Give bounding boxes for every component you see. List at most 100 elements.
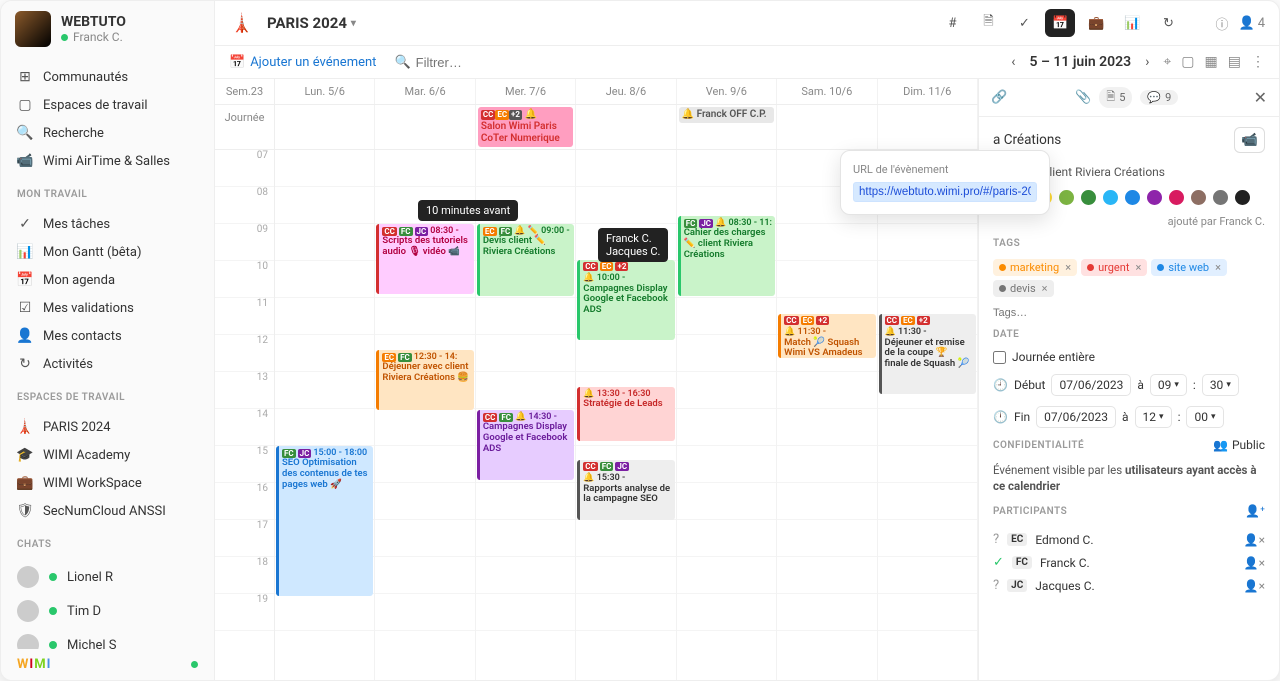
day-view-icon[interactable]: ▢ <box>1181 54 1194 70</box>
calendar-event[interactable]: CCFC 🔔 14:30 -Campagnes Display Google e… <box>477 410 574 480</box>
allday-label: Journée <box>215 105 275 149</box>
nav-icon: 📊 <box>17 244 33 260</box>
history-icon[interactable]: ↻ <box>1153 9 1183 37</box>
document-icon[interactable]: 🗎 <box>973 9 1003 37</box>
calendar-event[interactable]: 🔔 13:30 - 16:30Stratégie de Leads <box>577 387 674 441</box>
calendar-event[interactable]: ECFC 12:30 - 14:Déjeuner avec client Riv… <box>376 350 473 410</box>
remove-tag-icon[interactable]: × <box>1215 261 1221 274</box>
more-icon[interactable]: ⋮ <box>1251 54 1265 70</box>
calendar-column[interactable]: FCJC 15:00 - 18:00SEO Optimisation des c… <box>275 150 375 680</box>
start-min-field[interactable]: 30 ▾ <box>1202 374 1239 396</box>
sidebar-item[interactable]: 💼WIMI WorkSpace <box>1 469 214 497</box>
calendar-event[interactable]: FCJC 15:00 - 18:00SEO Optimisation des c… <box>276 446 373 596</box>
video-call-button[interactable]: 📹 <box>1234 127 1265 153</box>
sidebar-item[interactable]: 📹Wimi AirTime & Salles <box>1 147 214 175</box>
sidebar-item[interactable]: 🛡SecNumCloud ANSSI <box>1 497 214 525</box>
color-swatch[interactable] <box>1213 190 1228 205</box>
info-icon[interactable]: ⓘ <box>1215 14 1228 33</box>
tag[interactable]: marketing× <box>993 259 1077 276</box>
location-icon[interactable]: ⌖ <box>1163 54 1171 70</box>
day-header: Lun. 5/6 <box>275 79 375 104</box>
calendar-column[interactable]: CCEC+2 🔔 11:30 -Déjeuner et remise de la… <box>878 150 978 680</box>
color-swatch[interactable] <box>1125 190 1140 205</box>
tag[interactable]: devis× <box>993 280 1054 297</box>
color-swatch[interactable] <box>1147 190 1162 205</box>
briefcase-icon[interactable]: 💼 <box>1081 9 1111 37</box>
sidebar-item[interactable]: ☑Mes validations <box>1 294 214 322</box>
start-hour-field[interactable]: 09 ▾ <box>1150 374 1187 396</box>
allday-event[interactable]: 🔔 Franck OFF C.P. <box>679 107 774 123</box>
tag[interactable]: site web× <box>1151 259 1227 276</box>
color-swatch[interactable] <box>1235 190 1250 205</box>
sidebar-item[interactable]: ↻Activités <box>1 350 214 378</box>
sidebar-item[interactable]: Michel S <box>1 628 214 649</box>
sidebar-item[interactable]: 👤Mes contacts <box>1 322 214 350</box>
allday-checkbox[interactable] <box>993 351 1006 364</box>
start-date-field[interactable]: 07/06/2023 <box>1051 374 1131 396</box>
next-week-button[interactable]: › <box>1141 54 1153 70</box>
month-view-icon[interactable]: ▤ <box>1228 54 1241 70</box>
public-button[interactable]: 👥Public <box>1213 438 1265 452</box>
close-icon[interactable]: ✕ <box>1254 88 1267 107</box>
nav-icon: 📹 <box>17 153 33 169</box>
workspace-name[interactable]: PARIS 2024 ▾ <box>267 14 356 32</box>
prev-week-button[interactable]: ‹ <box>1007 54 1019 70</box>
remove-tag-icon[interactable]: × <box>1042 282 1048 295</box>
workspace-icon: 🎓 <box>17 447 33 463</box>
color-swatch[interactable] <box>1081 190 1096 205</box>
remove-tag-icon[interactable]: × <box>1065 261 1071 274</box>
add-event-button[interactable]: 📅Ajouter un événement <box>229 55 376 70</box>
end-min-field[interactable]: 00 ▾ <box>1186 406 1223 428</box>
channel-icon[interactable]: # <box>937 9 967 37</box>
sidebar-item[interactable]: ⊞Communautés <box>1 63 214 91</box>
add-participant-button[interactable]: 👤⁺ <box>1245 504 1265 518</box>
attachment-icon[interactable]: 📎 <box>1075 90 1091 105</box>
task-icon[interactable]: ✓ <box>1009 9 1039 37</box>
comment-count[interactable]: 💬 9 <box>1140 90 1178 105</box>
calendar-column[interactable]: CCEC+2 🔔 11:30 -Match 🎾 Squash Wimi VS A… <box>777 150 877 680</box>
calendar-event[interactable]: ECFC 🔔 ✏️ 09:00 -Devis client ✏️ Riviera… <box>477 224 574 296</box>
sidebar-item[interactable]: 🎓WIMI Academy <box>1 441 214 469</box>
calendar-column[interactable]: ECFC 🔔 ✏️ 09:00 -Devis client ✏️ Riviera… <box>476 150 576 680</box>
color-swatch[interactable] <box>1059 190 1074 205</box>
end-hour-field[interactable]: 12 ▾ <box>1135 406 1172 428</box>
filter-input[interactable]: 🔍 <box>394 55 495 70</box>
participant-remove-icon[interactable]: 👤× <box>1244 533 1265 547</box>
calendar-event[interactable]: CCEC+2 🔔 11:30 -Déjeuner et remise de la… <box>879 314 976 394</box>
url-popup-input[interactable] <box>853 182 1037 202</box>
user-block[interactable]: WEBTUTO Franck C. <box>1 1 214 57</box>
calendar-icon[interactable]: 📅 <box>1045 9 1075 37</box>
sidebar-item[interactable]: Lionel R <box>1 560 214 594</box>
calendar-column[interactable]: CCFCJC 08:30 -Scripts des tutoriels audi… <box>375 150 475 680</box>
calendar-event[interactable]: CCFCJC 08:30 -Scripts des tutoriels audi… <box>376 224 473 294</box>
chart-icon[interactable]: 📊 <box>1117 9 1147 37</box>
sidebar-item[interactable]: 📊Mon Gantt (bêta) <box>1 238 214 266</box>
calendar-column[interactable]: FCJC 🔔 08:30 - 11:Cahier des charges ✏️ … <box>677 150 777 680</box>
users-count[interactable]: 👤4 <box>1239 16 1266 31</box>
sidebar-item[interactable]: 🗼PARIS 2024 <box>1 413 214 441</box>
color-swatch[interactable] <box>1191 190 1206 205</box>
color-swatch[interactable] <box>1169 190 1184 205</box>
end-date-field[interactable]: 07/06/2023 <box>1036 406 1116 428</box>
participant-remove-icon[interactable]: 👤× <box>1244 556 1265 570</box>
color-swatch[interactable] <box>1103 190 1118 205</box>
sidebar-item[interactable]: 🔍Recherche <box>1 119 214 147</box>
calendar-event[interactable]: CCFCJC 🔔 15:30 -Rapports analyse de la c… <box>577 460 674 520</box>
week-view-icon[interactable]: ▦ <box>1205 54 1218 70</box>
allday-event[interactable]: CCEC+2 🔔Salon Wimi Paris CoTer Numerique <box>478 107 573 147</box>
attachment-count[interactable]: 🗎 5 <box>1099 87 1132 108</box>
sidebar-item[interactable]: 📅Mon agenda <box>1 266 214 294</box>
chat-avatar <box>17 600 39 622</box>
participant-remove-icon[interactable]: 👤× <box>1244 579 1265 593</box>
remove-tag-icon[interactable]: × <box>1135 261 1141 274</box>
calendar-event[interactable]: CCEC+2 🔔 10:00 -Campagnes Display Google… <box>577 260 674 340</box>
link-icon[interactable]: 🔗 <box>991 90 1007 105</box>
sidebar-item[interactable]: ▢Espaces de travail <box>1 91 214 119</box>
tags-label: TAGS <box>993 238 1265 249</box>
sidebar-item[interactable]: Tim D <box>1 594 214 628</box>
calendar-event[interactable]: CCEC+2 🔔 11:30 -Match 🎾 Squash Wimi VS A… <box>778 314 875 358</box>
tag[interactable]: urgent× <box>1081 259 1147 276</box>
sidebar-item[interactable]: ✓Mes tâches <box>1 210 214 238</box>
tags-input[interactable] <box>993 307 1265 319</box>
calendar-event[interactable]: FCJC 🔔 08:30 - 11:Cahier des charges ✏️ … <box>678 216 775 296</box>
